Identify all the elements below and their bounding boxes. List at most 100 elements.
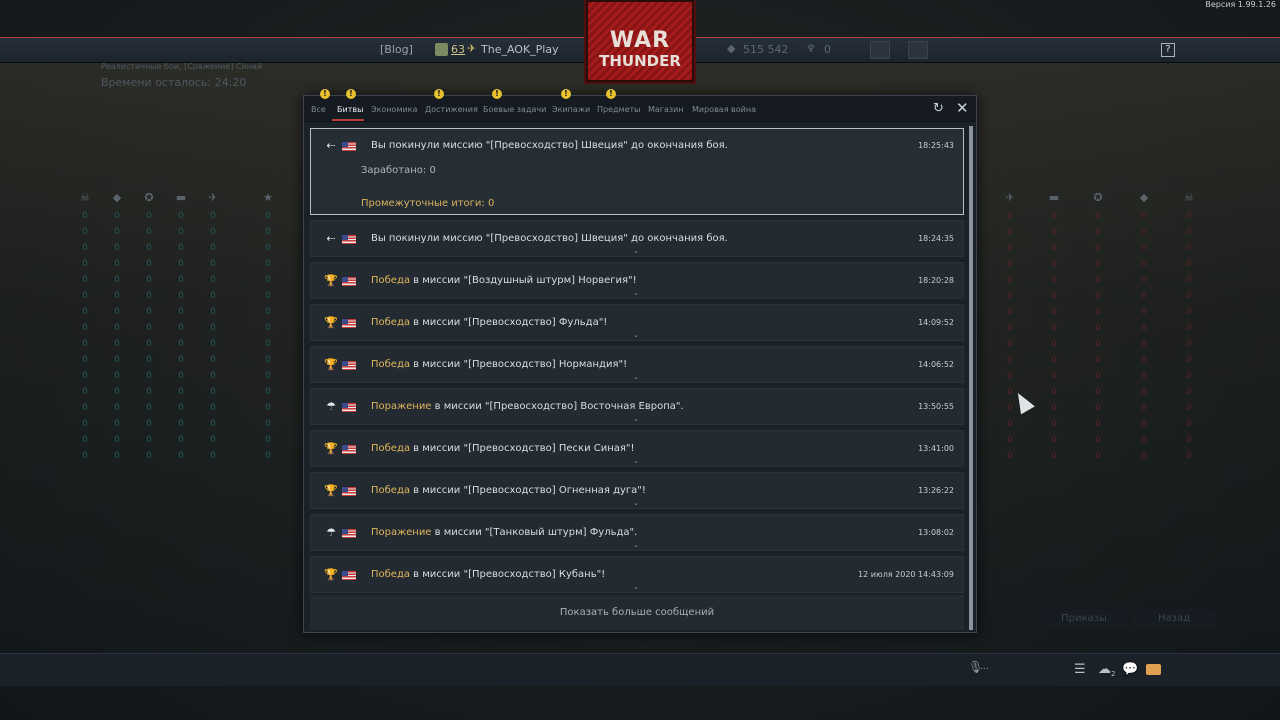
trophy-icon: 🏆 <box>324 274 338 287</box>
score-cell: 0 <box>178 211 184 221</box>
leave-icon: ⇠ <box>326 232 336 245</box>
tab-4[interactable]: Боевые задачи <box>483 105 546 114</box>
score-cell: 0 <box>265 323 271 333</box>
avatar[interactable] <box>435 43 448 56</box>
expand-chevron-icon[interactable]: ⌄ <box>633 499 639 507</box>
score-cell: 0 <box>265 371 271 381</box>
score-cell: 0 <box>114 355 120 365</box>
tab-5[interactable]: Экипажи <box>552 105 590 114</box>
message-item[interactable]: 🏆 Победа в миссии "[Превосходство] Фульда… <box>310 304 964 341</box>
player-nickname[interactable]: The_AOK_Play <box>481 43 559 56</box>
tab-0[interactable]: Все <box>311 105 326 114</box>
score-cell: 0 <box>1007 227 1013 237</box>
orders-button[interactable]: Приказы <box>1040 610 1128 627</box>
expand-chevron-icon[interactable]: ⌄ <box>633 289 639 297</box>
score-cell: 0 <box>210 211 216 221</box>
message-time: 13:50:55 <box>918 402 954 411</box>
message-time: 18:24:35 <box>918 234 954 243</box>
score-cell: 0 <box>265 291 271 301</box>
help-button[interactable]: ? <box>1161 43 1175 57</box>
premium-button[interactable] <box>870 41 890 59</box>
message-text: Поражение в миссии "[Превосходство] Вост… <box>371 401 684 412</box>
active-tab-underline <box>332 119 364 121</box>
tab-2[interactable]: Экономика <box>371 105 417 114</box>
score-cell: 0 <box>1141 323 1147 333</box>
message-item[interactable]: ☂ Поражение в миссии "[Танковый штурм] Фу… <box>310 514 964 551</box>
scrollbar[interactable] <box>969 126 973 630</box>
parachute-icon: ☂ <box>326 526 336 539</box>
score-cell: 0 <box>1051 323 1057 333</box>
score-cell: 0 <box>178 339 184 349</box>
score-cell: 0 <box>82 371 88 381</box>
blog-link[interactable]: [Blog] <box>380 43 413 56</box>
tab-1[interactable]: Битвы <box>337 105 363 114</box>
score-cell: 0 <box>1141 243 1147 253</box>
usa-flag-icon <box>342 277 356 286</box>
score-column: 0 0 0 0 0 0 0 0 0 0 0 0 0 0 0 0 <box>143 211 155 467</box>
score-cell: 0 <box>114 275 120 285</box>
score-cell: 0 <box>1141 371 1147 381</box>
tab-3[interactable]: Достижения <box>425 105 478 114</box>
expand-chevron-icon[interactable]: ⌄ <box>633 331 639 339</box>
score-cell: 0 <box>265 435 271 445</box>
message-item[interactable]: 🏆 Победа в миссии "[Превосходство] Огненн… <box>310 472 964 509</box>
result-label: Победа <box>371 317 410 328</box>
shop-button[interactable] <box>908 41 928 59</box>
expand-chevron-icon[interactable]: ⌄ <box>633 373 639 381</box>
tab-7[interactable]: Магазин <box>648 105 684 114</box>
score-cell: 0 <box>1141 419 1147 429</box>
score-cell: 0 <box>1051 355 1057 365</box>
score-cell: 0 <box>265 307 271 317</box>
tab-6[interactable]: Предметы <box>597 105 640 114</box>
message-item[interactable]: ⇠ Вы покинули миссию "[Превосходство] Шве… <box>310 128 964 215</box>
expand-chevron-icon[interactable]: ⌄ <box>633 415 639 423</box>
refresh-icon[interactable]: ↻ <box>933 101 944 116</box>
chat-icon[interactable]: 💬 <box>1122 662 1138 677</box>
expand-chevron-icon[interactable]: ⌄ <box>633 583 639 591</box>
result-label: Поражение <box>371 527 432 538</box>
score-cell: 0 <box>1007 259 1013 269</box>
tab-8[interactable]: Мировая война <box>692 105 756 114</box>
expand-chevron-icon[interactable]: ⌄ <box>633 457 639 465</box>
score-cell: 0 <box>1141 435 1147 445</box>
score-cell: 0 <box>114 227 120 237</box>
score-cell: 0 <box>1141 227 1147 237</box>
close-icon[interactable]: ✕ <box>956 99 969 117</box>
score-cell: 0 <box>265 211 271 221</box>
usa-flag-icon <box>342 529 356 538</box>
tab-badge: ! <box>492 89 502 99</box>
mission-text: в миссии "[Танковый штурм] Фульда". <box>431 527 638 538</box>
score-cell: 0 <box>265 227 271 237</box>
score-cell: 0 <box>178 323 184 333</box>
message-item[interactable]: ☂ Поражение в миссии "[Превосходство] Вос… <box>310 388 964 425</box>
message-item[interactable]: 🏆 Победа в миссии "[Превосходство] Норман… <box>310 346 964 383</box>
score-cell: 0 <box>1141 355 1147 365</box>
message-item[interactable]: 🏆 Победа в миссии "[Превосходство] Пески … <box>310 430 964 467</box>
score-cell: 0 <box>1095 355 1101 365</box>
score-cell: 0 <box>1007 403 1013 413</box>
score-cell: 0 <box>1186 211 1192 221</box>
message-item[interactable]: 🏆 Победа в миссии "[Превосходство] Кубань… <box>310 556 964 593</box>
score-cell: 0 <box>210 387 216 397</box>
score-header-icon: ☠ <box>1184 191 1194 204</box>
mission-text: в миссии "[Превосходство] Огненная дуга"… <box>410 485 646 496</box>
score-cell: 0 <box>114 243 120 253</box>
score-cell: 0 <box>146 451 152 461</box>
trophy-icon: 🏆 <box>324 316 338 329</box>
list-icon[interactable]: ☰ <box>1074 662 1086 677</box>
player-level[interactable]: 63 <box>451 43 465 56</box>
show-more-button[interactable]: Показать больше сообщений <box>310 595 964 630</box>
mail-icon[interactable] <box>1146 664 1161 675</box>
silver-lions-balance: 515 542 <box>743 43 789 56</box>
expand-chevron-icon[interactable]: ⌄ <box>633 541 639 549</box>
score-cell: 0 <box>1007 307 1013 317</box>
expand-chevron-icon[interactable]: ⌄ <box>633 247 639 255</box>
back-button[interactable]: Назад <box>1132 610 1216 627</box>
golden-eagles-balance: 0 <box>824 43 831 56</box>
score-column: 0 0 0 0 0 0 0 0 0 0 0 0 0 0 0 0 <box>111 211 123 467</box>
message-item[interactable]: 🏆 Победа в миссии "[Воздушный штурм] Норв… <box>310 262 964 299</box>
squad-icon[interactable]: ☁ <box>1098 662 1111 677</box>
message-item[interactable]: ⇠ Вы покинули миссию "[Превосходство] Шве… <box>310 220 964 257</box>
score-cell: 0 <box>146 355 152 365</box>
score-column: 0 0 0 0 0 0 0 0 0 0 0 0 0 0 0 0 <box>1183 211 1195 467</box>
